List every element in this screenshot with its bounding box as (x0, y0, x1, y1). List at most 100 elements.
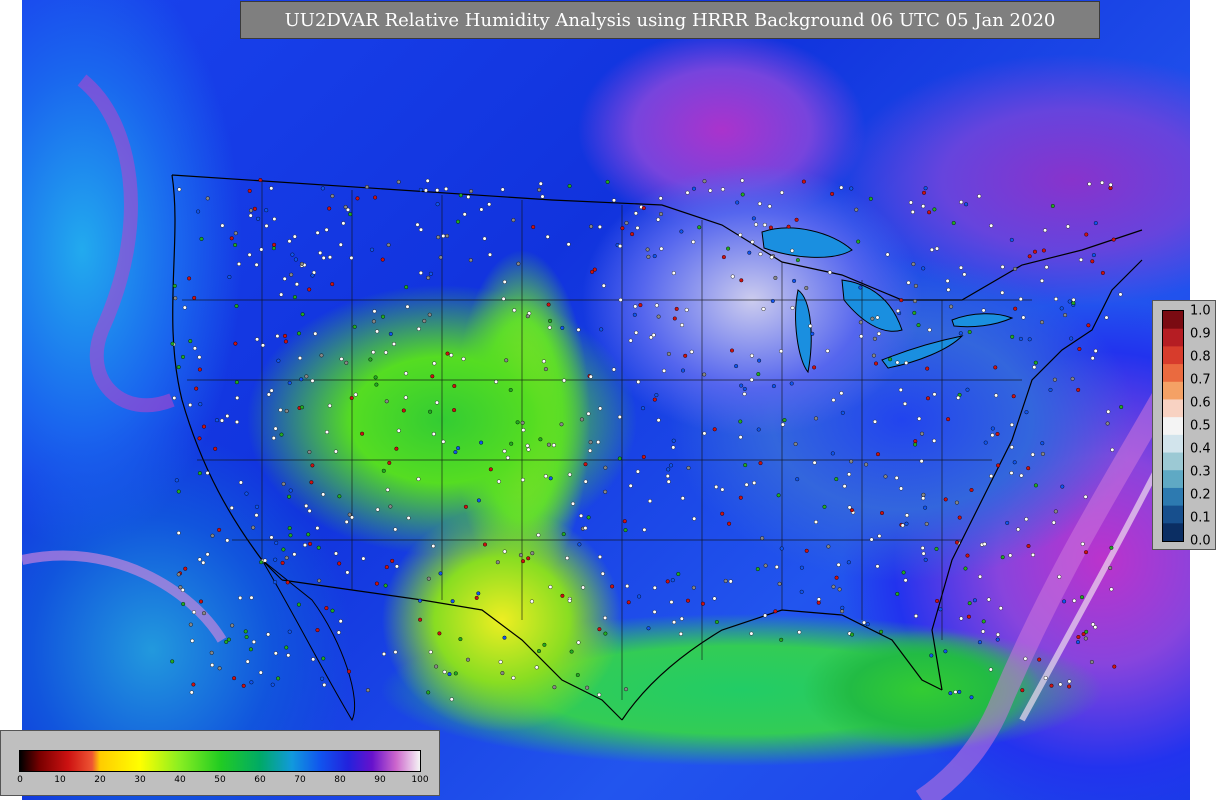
station-marker (173, 296, 178, 301)
station-marker (431, 544, 436, 549)
station-marker (816, 597, 821, 602)
station-marker (646, 254, 651, 259)
station-marker (877, 534, 882, 539)
station-marker (201, 424, 206, 429)
station-marker (1009, 237, 1014, 242)
station-marker (986, 597, 991, 602)
station-marker (276, 358, 281, 363)
station-marker (923, 186, 928, 191)
uncertainty-color-block (1163, 487, 1183, 507)
station-marker (431, 432, 436, 437)
station-marker (512, 308, 517, 313)
station-marker (1030, 452, 1035, 457)
station-marker (468, 258, 473, 263)
station-marker (842, 484, 847, 489)
station-marker (344, 360, 349, 365)
station-marker (393, 650, 398, 655)
station-marker (972, 598, 977, 603)
station-marker (353, 392, 358, 397)
station-marker (388, 331, 393, 336)
uncertainty-color-block (1163, 381, 1183, 400)
station-marker (425, 178, 430, 183)
station-marker (1059, 306, 1064, 311)
station-marker (217, 666, 222, 671)
station-marker (750, 239, 755, 244)
station-marker (712, 427, 717, 432)
station-marker (665, 579, 670, 584)
station-marker (951, 220, 956, 225)
station-marker (789, 381, 794, 386)
station-marker (520, 420, 525, 425)
station-marker (812, 365, 817, 370)
station-marker (702, 179, 707, 184)
station-marker (330, 194, 335, 199)
station-marker (205, 471, 210, 476)
station-marker (726, 246, 731, 251)
station-marker (247, 252, 252, 257)
station-marker (1049, 683, 1054, 688)
station-marker (896, 308, 901, 313)
station-marker (199, 236, 204, 241)
station-marker (1020, 688, 1025, 693)
station-marker (1109, 587, 1114, 592)
station-marker (636, 379, 641, 384)
station-marker (190, 638, 195, 643)
station-marker (209, 650, 214, 655)
station-marker (652, 609, 657, 614)
station-marker (610, 584, 615, 589)
station-marker (205, 196, 210, 201)
station-marker (284, 409, 289, 414)
station-marker (635, 469, 640, 474)
station-marker (177, 187, 182, 192)
station-marker (923, 557, 928, 562)
station-marker (1078, 257, 1083, 262)
station-marker (275, 334, 280, 339)
station-marker (654, 303, 659, 308)
station-marker (534, 665, 539, 670)
station-marker (500, 187, 505, 192)
station-marker (755, 567, 760, 572)
station-marker (310, 378, 315, 383)
station-marker (868, 196, 873, 201)
station-marker (426, 275, 431, 280)
station-marker (238, 480, 243, 485)
station-marker (786, 224, 791, 229)
station-marker (618, 244, 623, 249)
station-marker (601, 283, 606, 288)
station-marker (895, 591, 900, 596)
station-marker (271, 246, 276, 251)
station-marker (374, 382, 379, 387)
station-marker (401, 408, 406, 413)
station-marker (910, 209, 915, 214)
station-marker (683, 353, 688, 358)
station-marker (548, 318, 553, 323)
station-marker (210, 533, 215, 538)
station-marker (307, 508, 312, 513)
uncertainty-tick-label: 0.8 (1190, 349, 1211, 365)
station-marker (567, 183, 572, 188)
station-marker (648, 499, 653, 504)
station-marker (720, 487, 725, 492)
station-marker (232, 676, 237, 681)
station-marker (345, 570, 350, 575)
station-marker (921, 496, 926, 501)
station-marker (583, 526, 588, 531)
station-marker (738, 495, 743, 500)
station-marker (790, 305, 795, 310)
station-marker (330, 608, 335, 613)
station-marker (496, 479, 501, 484)
station-marker (913, 439, 918, 444)
station-marker (1081, 632, 1086, 637)
humidity-tick-label: 90 (374, 775, 386, 785)
station-marker (273, 557, 278, 562)
station-marker (502, 279, 507, 284)
station-marker (641, 454, 646, 459)
station-marker (300, 405, 305, 410)
station-marker (679, 616, 684, 621)
station-marker (681, 368, 686, 373)
station-marker (612, 198, 617, 203)
station-marker (266, 632, 271, 637)
station-marker (858, 320, 863, 325)
station-marker (776, 493, 781, 498)
station-marker (888, 357, 893, 362)
